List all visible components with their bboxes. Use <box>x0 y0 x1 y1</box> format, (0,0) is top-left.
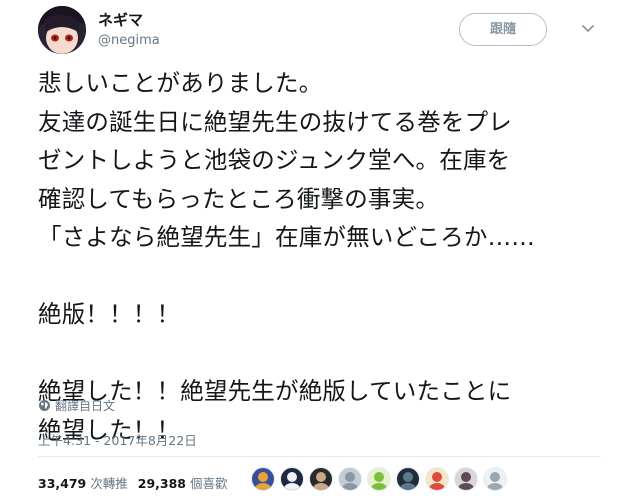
tweet-text: 悲しいことがありました。友達の誕生日に絶望先生の抜けてる巻をプレ ゼントしようと池… <box>38 64 608 449</box>
liker-avatar[interactable] <box>425 467 449 491</box>
liker-avatar[interactable] <box>483 467 507 491</box>
liker-avatar[interactable] <box>280 467 304 491</box>
tweet-line: ゼントしようと池袋のジュンク堂へ。在庫を <box>38 146 511 174</box>
tweet-line: 絶版！！！！ <box>38 300 181 328</box>
display-name[interactable]: ネギマ <box>98 9 143 30</box>
retweets-stat[interactable]: 33,479 次轉推 <box>38 473 128 492</box>
divider <box>38 456 601 457</box>
tweet-line: 確認してもらったところ衝撃の事実。 <box>38 184 440 213</box>
likes-count: 29,388 <box>137 476 187 491</box>
chevron-down-icon[interactable] <box>582 24 594 34</box>
liker-avatar[interactable] <box>396 467 420 491</box>
liker-avatar[interactable] <box>454 467 478 491</box>
retweets-count: 33,479 <box>38 476 87 491</box>
likes-stat[interactable]: 29,388 個喜歡 <box>138 473 228 492</box>
likes-label: 個喜歡 <box>190 476 228 491</box>
liker-avatar[interactable] <box>251 467 275 491</box>
user-handle[interactable]: @negima <box>98 33 160 48</box>
tweet-line: 悲しいことがありました。 <box>38 69 323 97</box>
tweet-line <box>38 334 608 373</box>
tweet-line: 絶望した！！絶望先生が絶版していたことに <box>38 377 512 405</box>
avatar-image <box>38 6 86 54</box>
liker-avatar[interactable] <box>309 467 333 491</box>
liker-avatar[interactable] <box>367 467 391 491</box>
liker-avatars <box>251 467 507 491</box>
translate-label[interactable]: 翻譯自日文 <box>55 397 115 414</box>
tweet-stats: 33,479 次轉推 29,388 個喜歡 <box>38 473 228 492</box>
avatar[interactable] <box>38 6 86 54</box>
tweet-line: 友達の誕生日に絶望先生の抜けてる巻をプレ <box>38 107 512 136</box>
tweet-timestamp[interactable]: 上午4:31 - 2017年8月22日 <box>38 430 197 449</box>
globe-icon <box>39 400 50 411</box>
follow-button[interactable]: 跟隨 <box>459 13 547 46</box>
tweet-line: 「さよなら絶望先生」在庫が無いどころか…… <box>38 223 535 251</box>
tweet-line <box>38 257 608 296</box>
retweets-label: 次轉推 <box>90 476 128 491</box>
translate-link[interactable]: 翻譯自日文 <box>38 397 115 414</box>
liker-avatar[interactable] <box>338 467 362 491</box>
